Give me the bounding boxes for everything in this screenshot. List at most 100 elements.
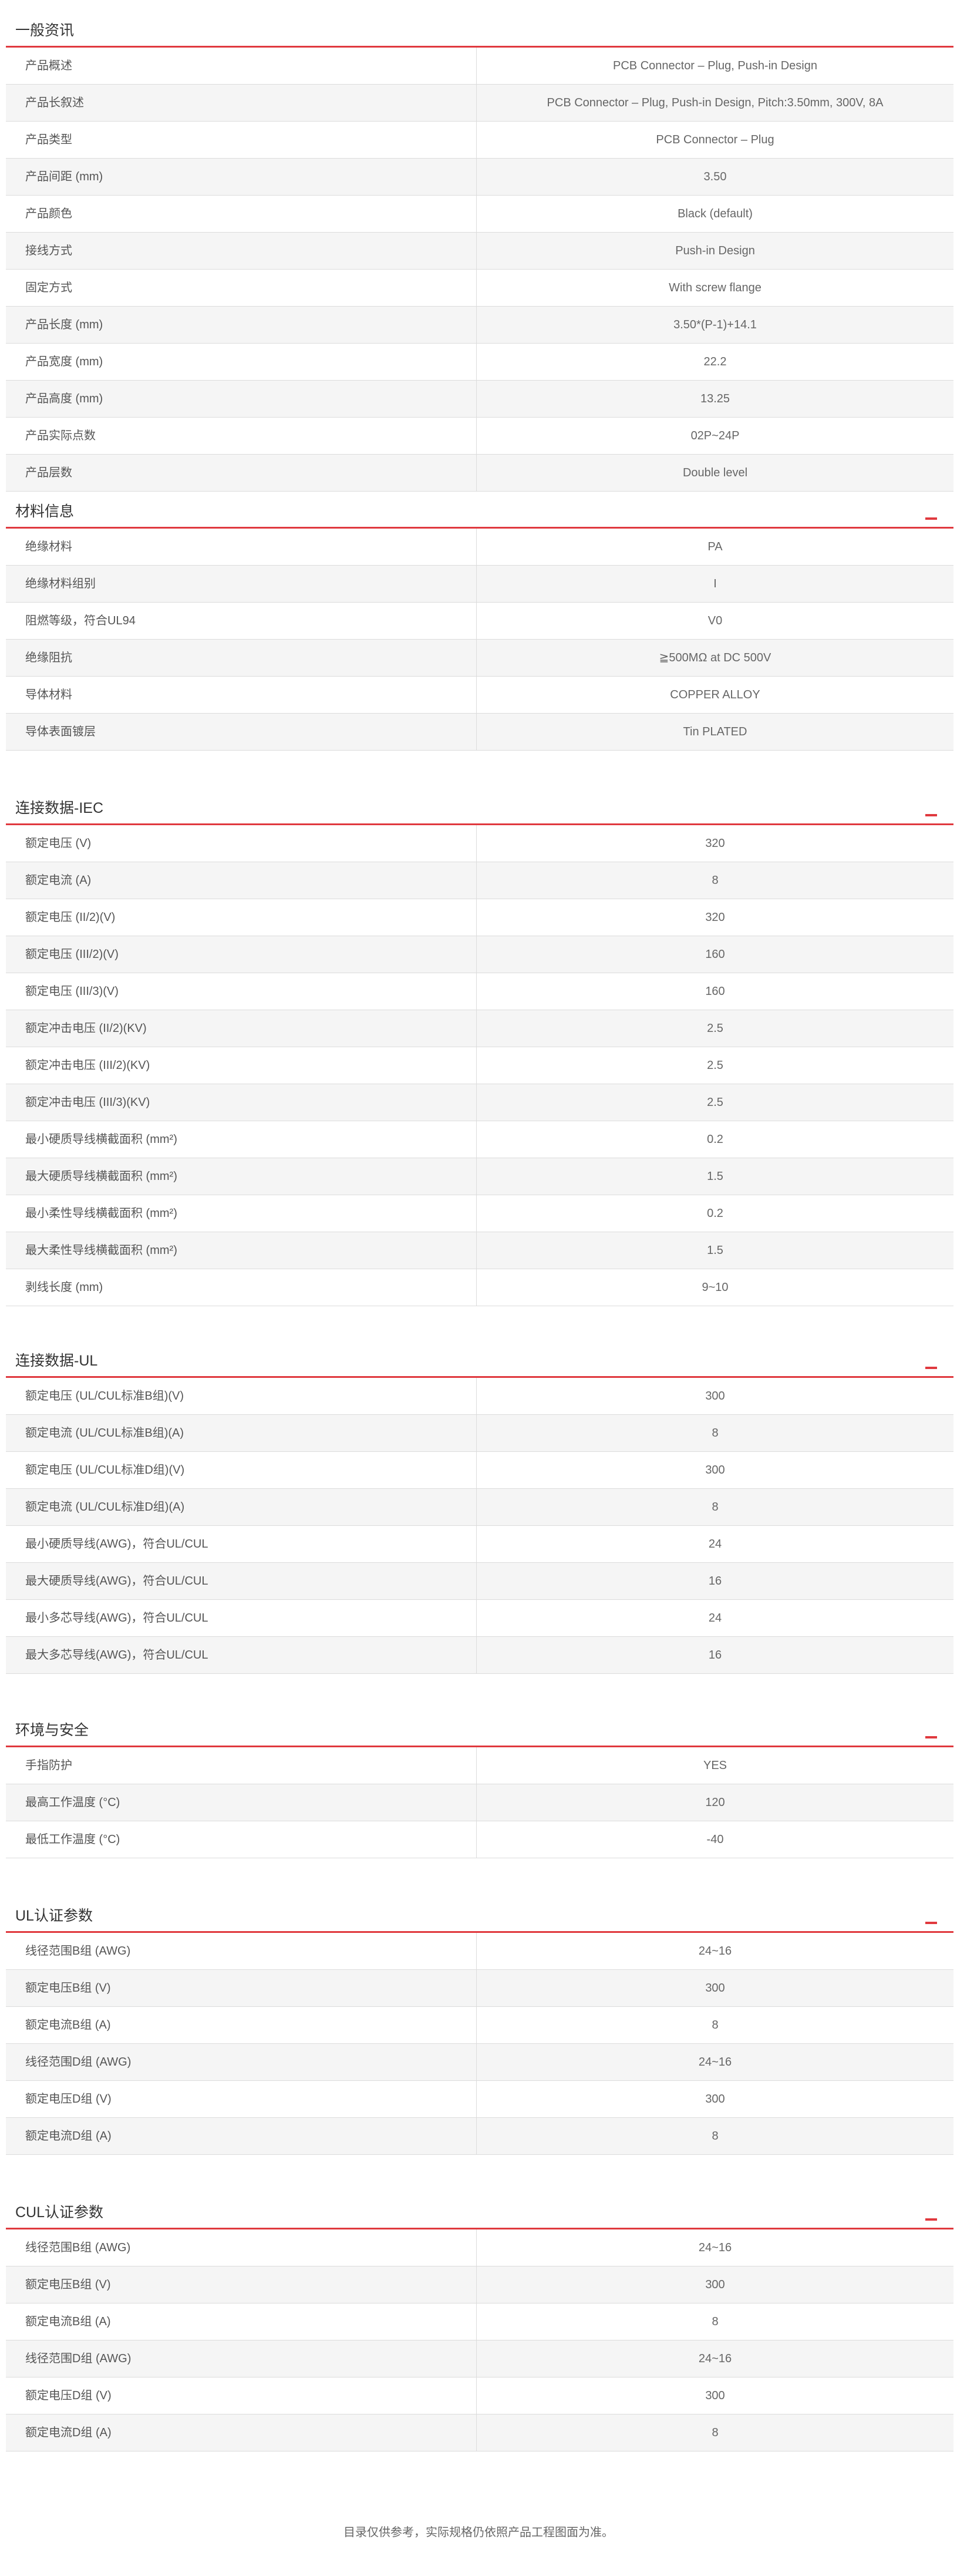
table-row: 线径范围D组 (AWG) 24~16 xyxy=(6,2044,953,2081)
table-row: 额定电流B组 (A) 8 xyxy=(6,2303,953,2340)
collapse-icon[interactable] xyxy=(925,814,937,816)
spec-value: 2.5 xyxy=(707,1096,723,1109)
spec-value: 8 xyxy=(712,2130,719,2143)
spec-value: 300 xyxy=(705,2093,725,2106)
spec-label: 额定冲击电压 (III/3)(KV) xyxy=(6,1084,477,1121)
table-row: 产品概述 PCB Connector – Plug, Push-in Design xyxy=(6,48,953,85)
collapse-icon[interactable] xyxy=(925,2218,937,2221)
section-cul-certification: CUL认证参数 线径范围B组 (AWG) 24~16 额定电压B组 (V) 300 额定… xyxy=(6,2187,953,2451)
spec-value: 9~10 xyxy=(702,1281,729,1294)
spec-value: 16 xyxy=(708,1649,722,1662)
spec-value: 8 xyxy=(712,1427,719,1440)
spec-label: 额定电流 (UL/CUL标准D组)(A) xyxy=(6,1489,477,1525)
collapse-icon[interactable] xyxy=(925,1922,937,1924)
table-row: 额定电流 (UL/CUL标准D组)(A) 8 xyxy=(6,1489,953,1526)
spec-label: 导体材料 xyxy=(6,677,477,713)
spec-label: 额定电压B组 (V) xyxy=(6,2266,477,2303)
spec-label: 最小柔性导线横截面积 (mm²) xyxy=(6,1195,477,1232)
table-row: 最小硬质导线(AWG)，符合UL/CUL 24 xyxy=(6,1526,953,1563)
spec-label: 最小多芯导线(AWG)，符合UL/CUL xyxy=(6,1600,477,1636)
section-connection-ul: 连接数据-UL 额定电压 (UL/CUL标准B组)(V) 300 额定电流 (UL/… xyxy=(6,1335,953,1674)
spec-label: 产品高度 (mm) xyxy=(6,381,477,417)
section-title: 连接数据-IEC xyxy=(15,800,104,816)
spec-label: 额定冲击电压 (III/2)(KV) xyxy=(6,1047,477,1084)
section-header[interactable]: UL认证参数 xyxy=(6,1890,953,1933)
spec-label: 额定电流 (A) xyxy=(6,862,477,899)
spec-label: 绝缘材料组别 xyxy=(6,566,477,602)
table-row: 额定电流D组 (A) 8 xyxy=(6,2118,953,2155)
spec-label: 绝缘阻抗 xyxy=(6,640,477,676)
table-row: 额定冲击电压 (II/2)(KV) 2.5 xyxy=(6,1010,953,1047)
collapse-icon[interactable] xyxy=(925,1736,937,1738)
spec-value: YES xyxy=(703,1759,727,1772)
section-title: 连接数据-UL xyxy=(15,1353,98,1369)
table-row: 额定电流 (A) 8 xyxy=(6,862,953,899)
spec-value: 1.5 xyxy=(707,1170,723,1183)
spec-label: 最大柔性导线横截面积 (mm²) xyxy=(6,1232,477,1269)
spec-value: I xyxy=(713,577,717,590)
spec-value: 160 xyxy=(705,948,725,961)
spec-table: 手指防护 YES 最高工作温度 (°C) 120 最低工作温度 (°C) -40 xyxy=(6,1747,953,1858)
section-header[interactable]: 一般资讯 xyxy=(6,0,953,48)
spec-label: 导体表面镀层 xyxy=(6,714,477,750)
spec-value: 8 xyxy=(712,2315,719,2328)
table-row: 最低工作温度 (°C) -40 xyxy=(6,1821,953,1858)
spec-label: 线径范围B组 (AWG) xyxy=(6,2229,477,2266)
spec-value: Black (default) xyxy=(678,207,753,220)
spec-label: 额定电压B组 (V) xyxy=(6,1970,477,2006)
spec-label: 额定电压 (III/2)(V) xyxy=(6,936,477,973)
spec-value: 13.25 xyxy=(700,392,730,405)
section-header[interactable]: 材料信息 xyxy=(6,486,953,529)
section-header[interactable]: 连接数据-UL xyxy=(6,1335,953,1378)
spec-label: 线径范围D组 (AWG) xyxy=(6,2044,477,2080)
spec-label: 产品间距 (mm) xyxy=(6,159,477,195)
spec-value: 24~16 xyxy=(698,2241,732,2254)
spec-value: 8 xyxy=(712,2019,719,2032)
spec-table: 产品概述 PCB Connector – Plug, Push-in Design… xyxy=(6,48,953,492)
spec-label: 最高工作温度 (°C) xyxy=(6,1784,477,1821)
spec-value: 1.5 xyxy=(707,1244,723,1257)
section-header[interactable]: 连接数据-IEC xyxy=(6,782,953,825)
spec-label: 最大硬质导线(AWG)，符合UL/CUL xyxy=(6,1563,477,1599)
table-row: 最大柔性导线横截面积 (mm²) 1.5 xyxy=(6,1232,953,1269)
spec-label: 最大硬质导线横截面积 (mm²) xyxy=(6,1158,477,1195)
spec-value: 24 xyxy=(708,1538,722,1551)
collapse-icon[interactable] xyxy=(925,1367,937,1369)
section-header[interactable]: CUL认证参数 xyxy=(6,2187,953,2229)
section-ul-certification: UL认证参数 线径范围B组 (AWG) 24~16 额定电压B组 (V) 300 额定电… xyxy=(6,1890,953,2155)
spec-value: 0.2 xyxy=(707,1207,723,1220)
spec-label: 产品概述 xyxy=(6,48,477,84)
spec-label: 额定电流D组 (A) xyxy=(6,2414,477,2451)
section-header[interactable]: 环境与安全 xyxy=(6,1704,953,1747)
table-row: 固定方式 With screw flange xyxy=(6,270,953,307)
collapse-icon[interactable] xyxy=(925,517,937,520)
spec-value: PA xyxy=(707,540,723,553)
spec-value: 320 xyxy=(705,911,725,924)
spec-value: 24~16 xyxy=(698,2352,732,2365)
section-title: 环境与安全 xyxy=(15,1722,89,1738)
section-material-info: 材料信息 绝缘材料 PA 绝缘材料组别 I 阻燃等级，符合UL94 V0 绝缘阻抗 ≧500M… xyxy=(6,486,953,751)
spec-value: PCB Connector – Plug xyxy=(656,133,774,146)
spec-value: V0 xyxy=(707,614,723,627)
spec-label: 额定电压 (III/3)(V) xyxy=(6,973,477,1010)
spec-label: 最小硬质导线(AWG)，符合UL/CUL xyxy=(6,1526,477,1562)
table-row: 剥线长度 (mm) 9~10 xyxy=(6,1269,953,1306)
table-row: 导体表面镀层 Tin PLATED xyxy=(6,714,953,751)
spec-value: 2.5 xyxy=(707,1022,723,1035)
section-general-info: 一般资讯 产品概述 PCB Connector – Plug, Push-in D… xyxy=(6,0,953,492)
spec-label: 阻燃等级，符合UL94 xyxy=(6,603,477,639)
spec-value: 300 xyxy=(705,1464,725,1477)
table-row: 绝缘材料组别 I xyxy=(6,566,953,603)
section-title: CUL认证参数 xyxy=(15,2204,104,2221)
section-title: 一般资讯 xyxy=(15,22,75,39)
table-row: 额定电压 (II/2)(V) 320 xyxy=(6,899,953,936)
spec-value: 160 xyxy=(705,985,725,998)
spec-label: 线径范围B组 (AWG) xyxy=(6,1933,477,1969)
table-row: 线径范围B组 (AWG) 24~16 xyxy=(6,2229,953,2266)
table-row: 最大硬质导线横截面积 (mm²) 1.5 xyxy=(6,1158,953,1195)
spec-label: 线径范围D组 (AWG) xyxy=(6,2340,477,2377)
table-row: 接线方式 Push-in Design xyxy=(6,233,953,270)
table-row: 绝缘阻抗 ≧500MΩ at DC 500V xyxy=(6,640,953,677)
spec-label: 额定电压 (UL/CUL标准B组)(V) xyxy=(6,1378,477,1414)
spec-value: 8 xyxy=(712,874,719,887)
